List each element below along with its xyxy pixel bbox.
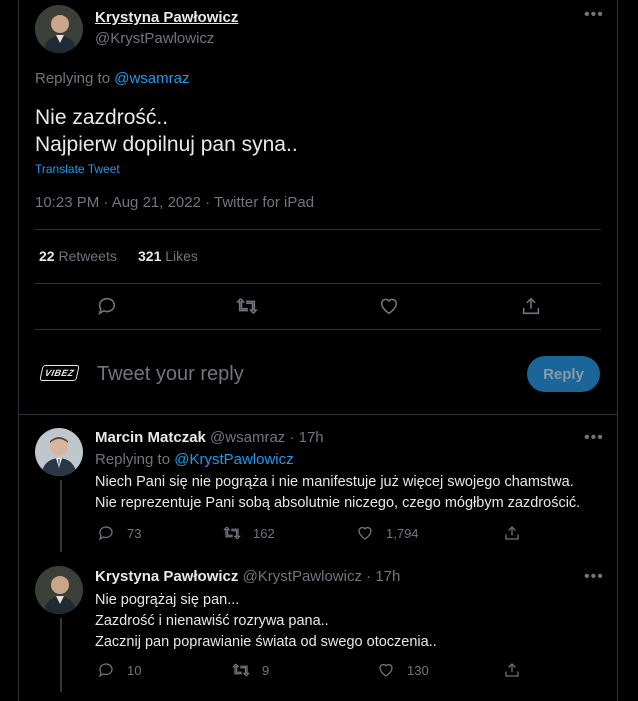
more-icon[interactable]: ••• bbox=[584, 568, 604, 586]
reply-button[interactable]: Reply bbox=[527, 356, 600, 392]
tweet-meta: 10:23 PM · Aug 21, 2022 · Twitter for iP… bbox=[35, 194, 315, 211]
avatar[interactable] bbox=[35, 428, 83, 476]
vibez-logo: VIBEZ bbox=[39, 365, 80, 381]
share-icon bbox=[505, 526, 519, 540]
retweet-count: 9 bbox=[262, 662, 270, 678]
reply-header: Marcin Matczak @wsamraz · 17h bbox=[95, 429, 324, 446]
retweet-icon bbox=[232, 663, 250, 677]
timestamp[interactable]: · 17h bbox=[289, 429, 323, 446]
retweets-stat[interactable]: 22 Retweets bbox=[39, 248, 117, 264]
tweet-text-line: Niech Pani się nie pogrąża i nie manifes… bbox=[95, 474, 574, 490]
reply-icon bbox=[98, 663, 113, 678]
replying-prefix: Replying to bbox=[95, 451, 171, 468]
replying-prefix: Replying to bbox=[35, 70, 111, 87]
like-count: 130 bbox=[407, 662, 429, 678]
timeline-column: Krystyna Pawłowicz @KrystPawlowicz ••• R… bbox=[18, 0, 618, 701]
avatar[interactable] bbox=[35, 5, 83, 53]
share-icon bbox=[505, 663, 519, 677]
timestamp[interactable]: · 17h bbox=[366, 568, 400, 585]
avatar-portrait-icon bbox=[35, 566, 83, 614]
avatar[interactable] bbox=[35, 566, 83, 614]
brand-text: VIBEZ bbox=[43, 368, 76, 378]
avatar-portrait-icon bbox=[35, 5, 83, 53]
avatar-portrait-icon bbox=[35, 428, 83, 476]
divider bbox=[35, 229, 601, 230]
reply-count: 10 bbox=[127, 662, 142, 678]
replying-to: Replying to @KrystPawlowicz bbox=[95, 451, 294, 468]
tweet-text: Nie zazdrość.. Najpierw dopilnuj pan syn… bbox=[35, 104, 298, 158]
likes-count: 321 bbox=[138, 248, 162, 264]
share-icon[interactable] bbox=[520, 295, 542, 322]
retweet-icon bbox=[223, 526, 241, 540]
more-icon[interactable]: ••• bbox=[584, 429, 604, 447]
tweet-text-line: Nie reprezentuje Pani sobą absolutnie ni… bbox=[95, 495, 581, 511]
like-action[interactable]: 130 bbox=[377, 661, 429, 679]
retweet-count: 162 bbox=[253, 525, 275, 541]
likes-stat[interactable]: 321 Likes bbox=[138, 248, 198, 264]
like-icon[interactable] bbox=[378, 295, 400, 322]
like-count: 1,794 bbox=[386, 525, 419, 541]
retweets-label: Retweets bbox=[58, 248, 117, 264]
translate-link[interactable]: Translate Tweet bbox=[35, 162, 120, 176]
like-icon bbox=[358, 526, 372, 540]
replying-to-link[interactable]: @wsamraz bbox=[114, 70, 189, 87]
tweet-text-line: Zazdrość i nienawiść rozrywa pana.. bbox=[95, 613, 329, 629]
tweet-text-line: Nie zazdrość.. bbox=[35, 106, 169, 129]
more-icon[interactable]: ••• bbox=[584, 6, 604, 24]
reply-icon[interactable] bbox=[96, 295, 118, 322]
replying-to: Replying to @wsamraz bbox=[35, 70, 189, 87]
like-icon bbox=[379, 663, 393, 677]
retweet-action[interactable]: 9 bbox=[232, 661, 269, 679]
display-name[interactable]: Marcin Matczak bbox=[95, 429, 206, 446]
tweet-text: Niech Pani się nie pogrąża i nie manifes… bbox=[95, 472, 580, 514]
retweets-count: 22 bbox=[39, 248, 55, 264]
like-action[interactable]: 1,794 bbox=[356, 524, 419, 542]
share-action[interactable] bbox=[503, 661, 521, 679]
reply-action[interactable]: 10 bbox=[97, 661, 141, 679]
handle[interactable]: @KrystPawlowicz bbox=[95, 30, 214, 47]
display-name[interactable]: Krystyna Pawłowicz bbox=[95, 568, 238, 585]
reply-icon bbox=[98, 526, 113, 541]
retweet-icon[interactable] bbox=[236, 295, 258, 322]
likes-label: Likes bbox=[165, 248, 198, 264]
divider bbox=[19, 414, 617, 415]
divider bbox=[35, 329, 601, 330]
reply-input[interactable]: Tweet your reply bbox=[97, 363, 244, 386]
thread-line bbox=[60, 480, 62, 552]
handle[interactable]: @KrystPawlowicz bbox=[243, 568, 362, 585]
reply-count: 73 bbox=[127, 525, 142, 541]
reply-action[interactable]: 73 bbox=[97, 524, 141, 542]
divider bbox=[35, 283, 601, 284]
tweet-text-line: Najpierw dopilnuj pan syna.. bbox=[35, 133, 298, 156]
thread-line bbox=[60, 618, 62, 692]
tweet-text-line: Nie pogrążaj się pan... bbox=[95, 592, 240, 608]
handle[interactable]: @wsamraz bbox=[210, 429, 285, 446]
tweet-text: Nie pogrążaj się pan... Zazdrość i niena… bbox=[95, 590, 437, 653]
replying-to-link[interactable]: @KrystPawlowicz bbox=[174, 451, 293, 468]
reply-header: Krystyna Pawłowicz @KrystPawlowicz · 17h bbox=[95, 568, 400, 585]
display-name[interactable]: Krystyna Pawłowicz bbox=[95, 9, 238, 26]
retweet-action[interactable]: 162 bbox=[223, 524, 275, 542]
tweet-text-line: Zacznij pan poprawianie świata od swego … bbox=[95, 634, 437, 650]
share-action[interactable] bbox=[503, 524, 521, 542]
